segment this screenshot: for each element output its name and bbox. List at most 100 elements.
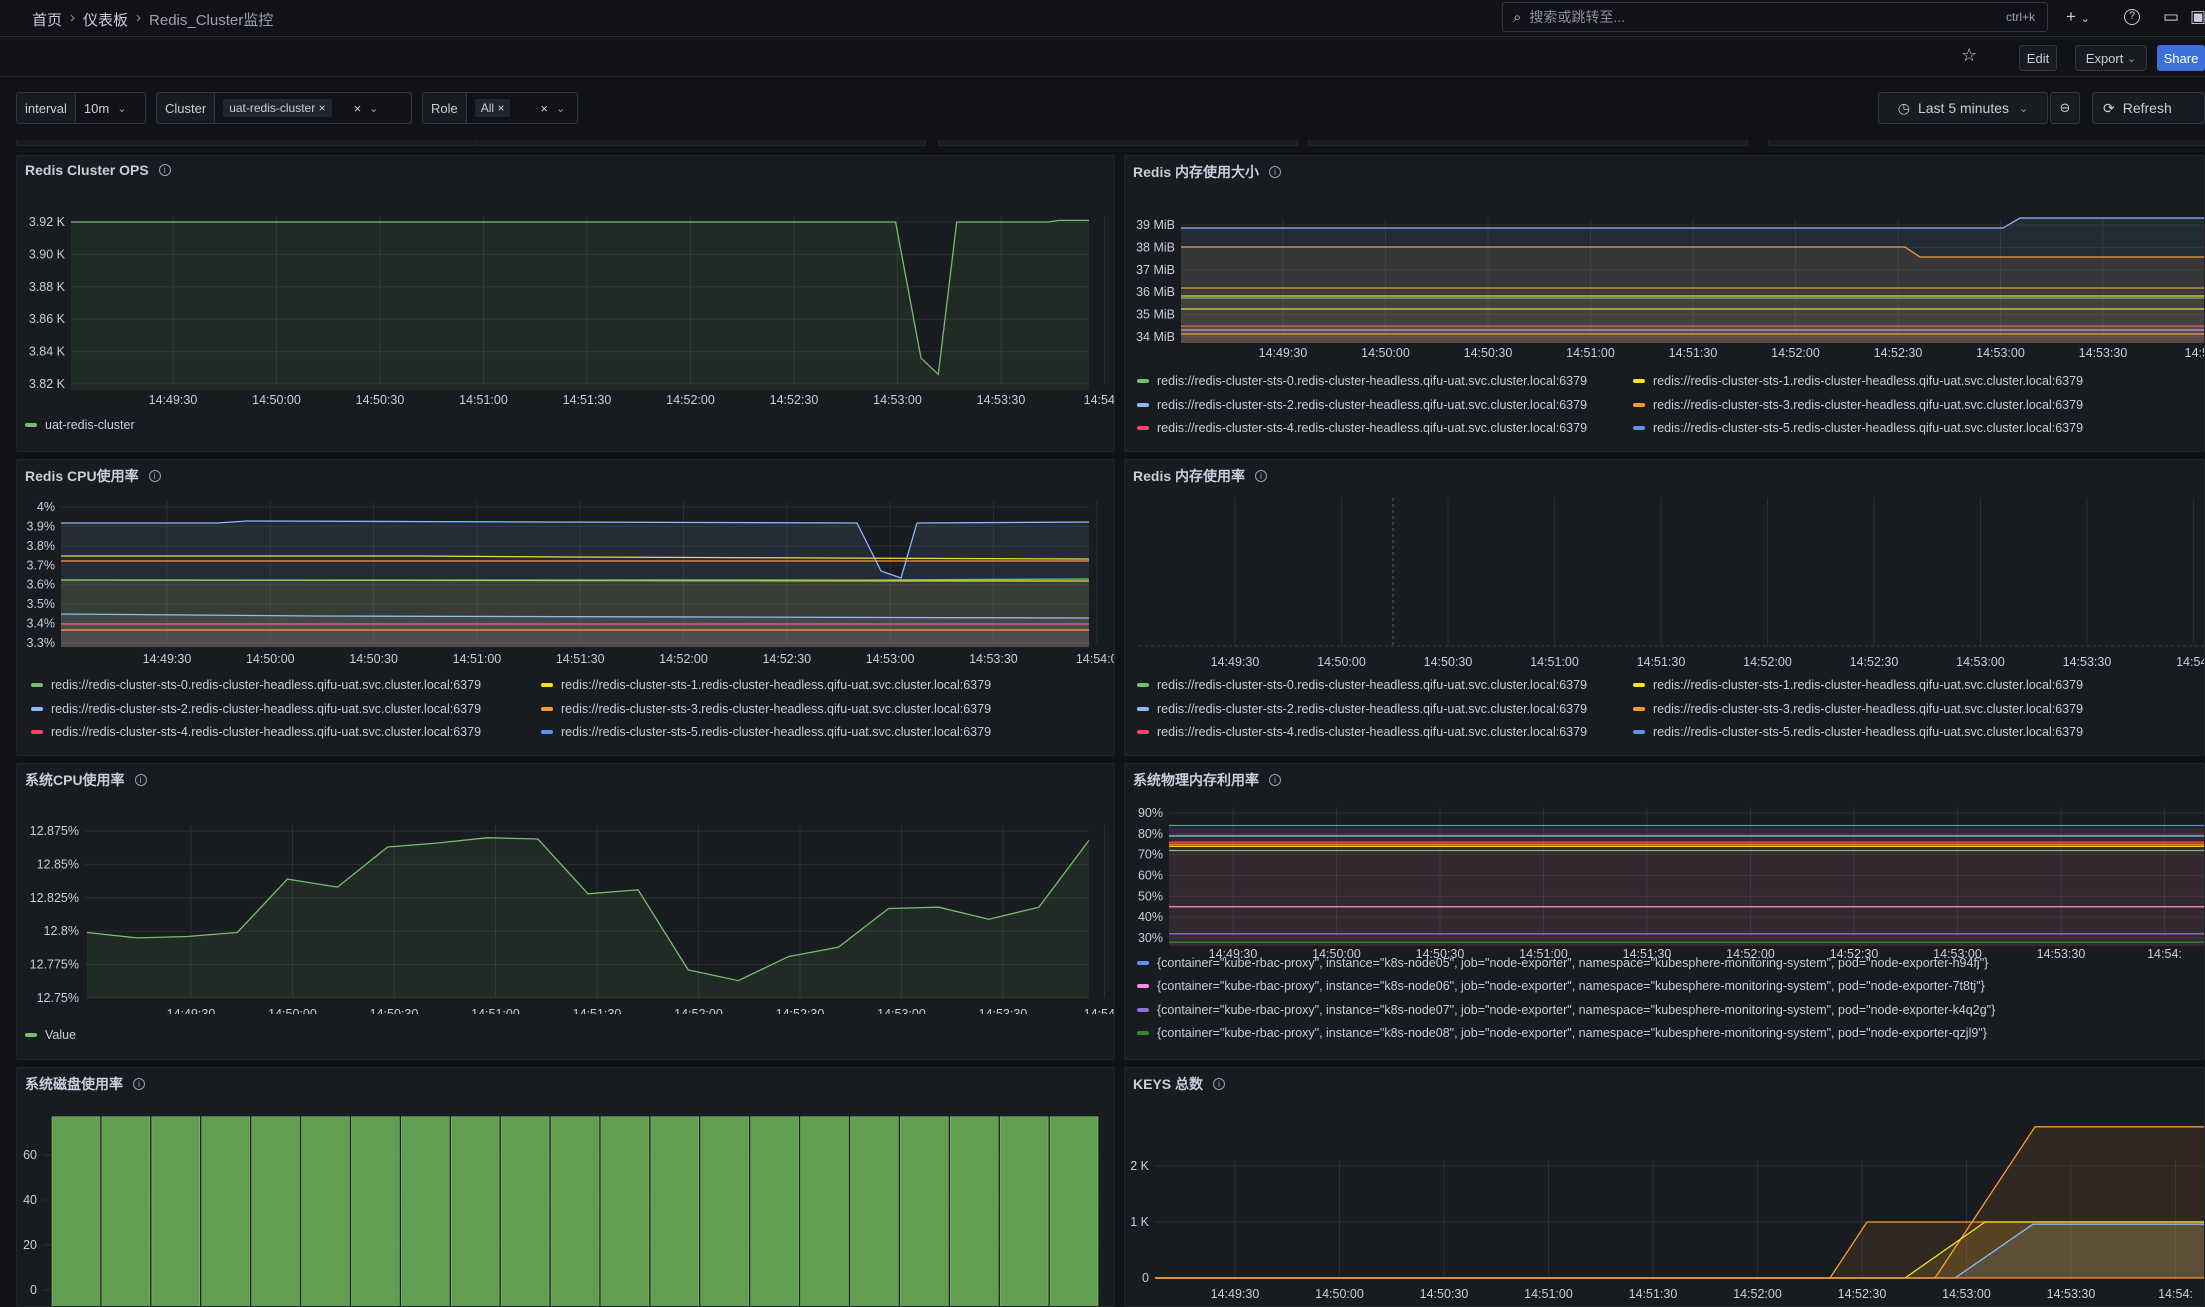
legend-item[interactable]: redis://redis-cluster-sts-2.redis-cluste…	[31, 702, 481, 716]
x-tick-label: 14:52:00	[674, 1007, 723, 1014]
series-line-sts5-area	[61, 521, 1089, 647]
search-input[interactable]: ⌕ 搜索或跳转至... ctrl+k	[1502, 2, 2048, 32]
legend-item[interactable]: Value	[25, 1028, 76, 1042]
legend-label: redis://redis-cluster-sts-5.redis-cluste…	[1653, 725, 2084, 739]
y-tick-label: 70%	[1138, 848, 1163, 862]
x-tick-label: 14:53:30	[977, 393, 1026, 407]
legend-swatch	[25, 423, 37, 427]
x-tick-label: 14:53:00	[1976, 346, 2025, 360]
breadcrumb-home[interactable]: 首页	[32, 9, 62, 30]
legend-label: redis://redis-cluster-sts-5.redis-cluste…	[561, 725, 992, 739]
panel-redis-ops: Redis Cluster OPS i 3.92 K 3.90 K 3.88 K 3.8…	[16, 155, 1115, 452]
x-tick-label: 14:49:30	[149, 393, 198, 407]
share-button[interactable]: Share	[2157, 45, 2205, 71]
legend-label: {container="kube-rbac-proxy", instance="…	[1157, 979, 1985, 994]
legend-item[interactable]: redis://redis-cluster-sts-4.redis-cluste…	[1137, 421, 1587, 435]
y-tick-label: 3.86 K	[29, 312, 66, 326]
x-tick-label: 14:51:30	[1637, 655, 1686, 669]
x-tick-label: 14:51:00	[459, 393, 508, 407]
export-label: Export	[2085, 50, 2124, 66]
zoom-out-button[interactable]: ⊖	[2050, 92, 2080, 124]
y-tick-label: 39 MiB	[1136, 218, 1175, 232]
y-tick-label: 3.90 K	[29, 247, 66, 261]
remove-icon[interactable]: ×	[319, 101, 326, 115]
legend-item[interactable]: redis://redis-cluster-sts-2.redis-cluste…	[1137, 702, 1587, 716]
legend-label: redis://redis-cluster-sts-1.redis-cluste…	[1653, 374, 2084, 388]
y-tick-label: 35 MiB	[1136, 308, 1175, 322]
y-tick-label: 3.88 K	[29, 280, 66, 294]
x-tick-label: 14:50:30	[370, 1007, 419, 1014]
legend-item[interactable]: {container="kube-rbac-proxy", instance="…	[1137, 1003, 1995, 1017]
legend-item[interactable]: redis://redis-cluster-sts-1.redis-cluste…	[1633, 374, 2083, 388]
x-tick-label: 14:50:00	[268, 1007, 317, 1014]
legend-item[interactable]: redis://redis-cluster-sts-3.redis-cluste…	[541, 702, 991, 716]
role-variable[interactable]: Role All × × ⌄	[422, 92, 578, 124]
legend-swatch	[541, 683, 553, 687]
legend-label: redis://redis-cluster-sts-2.redis-cluste…	[51, 701, 482, 716]
remove-icon[interactable]: ×	[497, 101, 504, 115]
x-tick-label: 14:53:30	[2063, 655, 2112, 669]
breadcrumb-dashboards[interactable]: 仪表板	[83, 9, 128, 30]
y-tick-label: 60%	[1138, 869, 1163, 883]
bar-11	[600, 1116, 650, 1306]
legend-item[interactable]: {container="kube-rbac-proxy", instance="…	[1137, 1026, 1987, 1040]
x-tick-label: 14:51:00	[1566, 346, 1615, 360]
legend-item[interactable]: redis://redis-cluster-sts-0.redis-cluste…	[1137, 678, 1587, 692]
legend-item[interactable]: redis://redis-cluster-sts-1.redis-cluste…	[541, 678, 991, 692]
chevron-right-icon: ›	[136, 9, 142, 26]
legend-item[interactable]: redis://redis-cluster-sts-3.redis-cluste…	[1633, 398, 2083, 412]
y-tick-label: 20	[23, 1238, 37, 1252]
x-tick-label: 14:53:30	[969, 652, 1018, 666]
legend-item[interactable]: uat-redis-cluster	[25, 418, 135, 432]
legend-item[interactable]: redis://redis-cluster-sts-2.redis-cluste…	[1137, 398, 1587, 412]
legend-swatch	[31, 706, 43, 711]
x-tick-label: 14:49:30	[143, 652, 192, 666]
plus-icon[interactable]: + ⌄	[2066, 7, 2090, 27]
x-tick-label: 14:53:00	[877, 1007, 926, 1014]
legend-swatch	[1633, 379, 1645, 383]
legend-label: Value	[45, 1028, 77, 1042]
edit-button[interactable]: Edit	[2019, 45, 2057, 71]
y-tick-label: 3.7%	[27, 558, 56, 572]
y-tick-label: 3.6%	[27, 578, 56, 592]
legend-item[interactable]: redis://redis-cluster-sts-1.redis-cluste…	[1633, 678, 2083, 692]
legend-item[interactable]: redis://redis-cluster-sts-4.redis-cluste…	[31, 725, 481, 739]
y-tick-label: 80%	[1138, 827, 1163, 841]
panel-system-memory: 系统物理内存利用率 i 90% 80% 70% 60% 50% 40% 30% 14:49:30…	[1124, 763, 2205, 1060]
interval-variable[interactable]: interval 10m ⌄	[16, 92, 146, 124]
export-button[interactable]: Export ⌄	[2075, 45, 2147, 71]
legend-item[interactable]: {container="kube-rbac-proxy", instance="…	[1137, 979, 1985, 993]
chevron-down-icon: ⌄	[369, 102, 379, 115]
y-tick-label: 38 MiB	[1136, 240, 1175, 254]
refresh-button[interactable]: ⟳ Refresh	[2092, 92, 2205, 124]
legend-item[interactable]: redis://redis-cluster-sts-5.redis-cluste…	[1633, 725, 2083, 739]
legend-label: redis://redis-cluster-sts-0.redis-cluste…	[1157, 678, 1588, 692]
cluster-label: Cluster	[157, 93, 216, 123]
legend-item[interactable]: redis://redis-cluster-sts-0.redis-cluste…	[1137, 374, 1587, 388]
profile-icon[interactable]: ▣	[2190, 7, 2205, 27]
chevron-down-icon: ⌄	[2126, 52, 2137, 65]
cluster-variable[interactable]: Cluster uat-redis-cluster × × ⌄	[156, 92, 412, 124]
legend-item[interactable]: redis://redis-cluster-sts-5.redis-cluste…	[1633, 421, 2083, 435]
legend-item[interactable]: redis://redis-cluster-sts-4.redis-cluste…	[1137, 725, 1587, 739]
news-icon[interactable]: ▭	[2163, 7, 2179, 27]
bar-0	[51, 1116, 101, 1306]
legend-item[interactable]: redis://redis-cluster-sts-0.redis-cluste…	[31, 678, 481, 692]
chevron-right-icon: ›	[70, 9, 76, 26]
clear-icon[interactable]: ×	[354, 101, 362, 116]
bar-12	[650, 1116, 700, 1306]
star-icon[interactable]: ☆	[1961, 45, 1977, 66]
x-tick-label: 14:49:30	[1259, 346, 1308, 360]
legend-swatch	[1137, 984, 1149, 989]
legend-item[interactable]: redis://redis-cluster-sts-5.redis-cluste…	[541, 725, 991, 739]
help-icon[interactable]: ?	[2124, 9, 2140, 25]
legend-item[interactable]: {container="kube-rbac-proxy", instance="…	[1137, 956, 1988, 970]
legend-label: redis://redis-cluster-sts-5.redis-cluste…	[1653, 421, 2084, 435]
breadcrumb-current: Redis_Cluster监控	[149, 12, 274, 29]
clear-icon[interactable]: ×	[540, 101, 548, 116]
panel-system-cpu: 系统CPU使用率 i 12.875% 12.85% 12.825% 12.8% 12.77…	[16, 763, 1115, 1060]
time-range-picker[interactable]: ◷ Last 5 minutes ⌄	[1878, 92, 2048, 124]
x-tick-label: 14:53:30	[979, 1007, 1028, 1014]
legend-item[interactable]: redis://redis-cluster-sts-3.redis-cluste…	[1633, 702, 2083, 716]
legend-label: redis://redis-cluster-sts-0.redis-cluste…	[51, 678, 482, 692]
